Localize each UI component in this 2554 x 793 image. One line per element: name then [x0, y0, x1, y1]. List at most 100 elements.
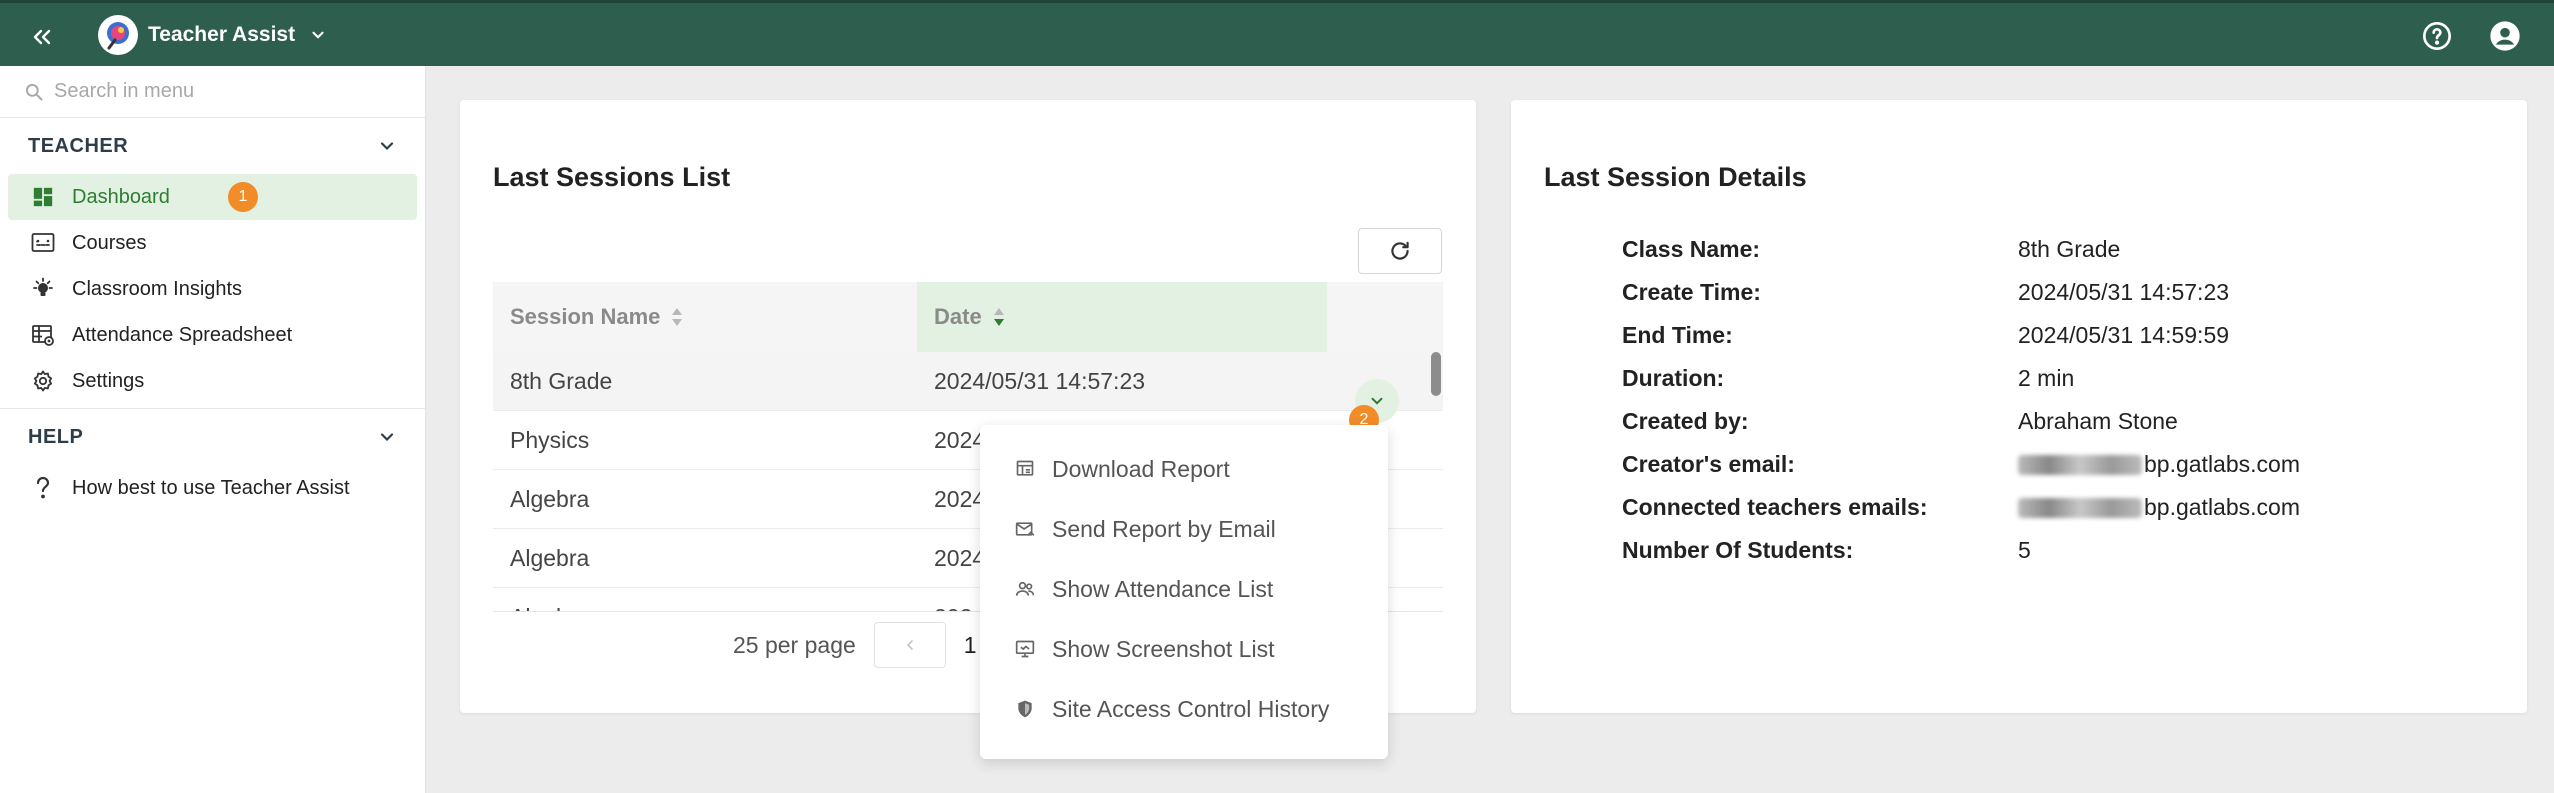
chevron-down-icon	[380, 142, 394, 151]
page-number[interactable]: 1	[964, 632, 977, 659]
detail-label: Duration:	[1622, 365, 1725, 391]
table-scrollbar[interactable]	[1431, 352, 1441, 396]
sidebar-item-classroom-insights[interactable]: Classroom Insights	[8, 266, 417, 312]
sort-icon	[672, 308, 683, 326]
menu-item-send-report-email[interactable]: Send Report by Email	[980, 499, 1388, 559]
sidebar-item-label: Courses	[72, 231, 147, 254]
top-bar: Teacher Assist	[0, 0, 2554, 66]
previous-page-button[interactable]	[873, 622, 946, 668]
people-icon	[1014, 578, 1036, 600]
menu-item-download-report[interactable]: Download Report	[980, 439, 1388, 499]
section-teacher[interactable]: TEACHER	[0, 118, 425, 174]
menu-item-label: Download Report	[1052, 455, 1230, 482]
session-name-cell: Algebra	[510, 485, 590, 512]
detail-value: 8th Grade	[2018, 236, 2121, 262]
double-chevron-left-icon	[33, 29, 51, 45]
detail-row: Number Of Students: 5	[1622, 529, 2300, 572]
sidebar-item-settings[interactable]: Settings	[8, 358, 417, 404]
details-list: Class Name: 8th Grade Create Time: 2024/…	[1622, 228, 2300, 572]
detail-row: Creator's email: bp.gatlabs.com	[1622, 443, 2300, 486]
question-icon	[30, 475, 56, 501]
detail-row: Class Name: 8th Grade	[1622, 228, 2300, 271]
per-page-select[interactable]: 25 per page	[733, 632, 856, 659]
column-session-name[interactable]: Session Name	[493, 282, 917, 352]
app-switcher[interactable]: Teacher Assist	[98, 15, 327, 55]
sidebar-item-label: Attendance Spreadsheet	[72, 323, 293, 346]
detail-row: Created by: Abraham Stone	[1622, 400, 2300, 443]
pagination: 25 per page 1	[733, 622, 977, 668]
column-date[interactable]: Date	[917, 282, 1327, 352]
collapse-sidebar-button[interactable]	[28, 23, 56, 51]
detail-label: End Time:	[1622, 322, 1733, 348]
menu-item-show-attendance[interactable]: Show Attendance List	[980, 559, 1388, 619]
sidebar-item-label: Classroom Insights	[72, 277, 243, 300]
sidebar-item-help-guide[interactable]: How best to use Teacher Assist	[8, 465, 417, 511]
sidebar-item-attendance-spreadsheet[interactable]: Attendance Spreadsheet	[8, 312, 417, 358]
session-date-cell: 2024/05/31 14:57:23	[934, 367, 1146, 394]
menu-item-show-screenshots[interactable]: Show Screenshot List	[980, 619, 1388, 679]
menu-item-label: Send Report by Email	[1052, 515, 1276, 542]
app-logo	[98, 15, 138, 55]
search-icon	[25, 83, 43, 100]
menu-search	[0, 66, 425, 118]
chevron-down-icon	[380, 433, 394, 442]
session-name-cell: Algebra	[510, 544, 590, 571]
last-session-details-title: Last Session Details	[1544, 162, 1807, 192]
detail-label: Created by:	[1622, 408, 1749, 434]
section-help[interactable]: HELP	[0, 409, 425, 465]
app-name: Teacher Assist	[148, 23, 296, 46]
help-icon	[2423, 22, 2451, 50]
refresh-button[interactable]	[1358, 228, 1442, 274]
menu-search-input[interactable]	[54, 80, 394, 103]
shield-icon	[1014, 698, 1036, 720]
detail-value: 2024/05/31 14:59:59	[2018, 322, 2230, 348]
menu-item-label: Show Attendance List	[1052, 575, 1274, 602]
email-domain: bp.gatlabs.com	[2144, 451, 2300, 477]
table-row[interactable]: 8th Grade 2024/05/31 14:57:23	[493, 352, 1443, 411]
sidebar-item-label: Dashboard	[72, 185, 170, 208]
column-actions	[1327, 282, 1443, 352]
detail-label: Create Time:	[1622, 279, 1761, 305]
sidebar: TEACHER Dashboard 1 Courses Classroom In…	[0, 66, 426, 793]
menu-item-label: Site Access Control History	[1052, 695, 1330, 722]
account-icon	[2490, 21, 2520, 51]
session-name-cell: Physics	[510, 426, 590, 453]
sidebar-item-label: How best to use Teacher Assist	[72, 476, 350, 499]
detail-value: 2024/05/31 14:57:23	[2018, 279, 2230, 305]
step-badge: 1	[228, 182, 258, 212]
detail-value: 5	[2018, 537, 2031, 563]
row-actions-menu: Download Report Send Report by Email Sho…	[980, 425, 1388, 759]
detail-label: Number Of Students:	[1622, 537, 1854, 563]
detail-value: Abraham Stone	[2018, 408, 2178, 434]
gear-icon	[30, 368, 56, 394]
chevron-left-icon	[906, 640, 913, 650]
detail-label: Class Name:	[1622, 236, 1761, 262]
email-icon	[1014, 518, 1036, 540]
sidebar-item-courses[interactable]: Courses	[8, 220, 417, 266]
session-name-cell: 8th Grade	[510, 367, 613, 394]
redacted-text	[2018, 454, 2142, 475]
session-name-cell: Algeb	[493, 604, 917, 612]
detail-row: End Time: 2024/05/31 14:59:59	[1622, 314, 2300, 357]
section-help-title: HELP	[28, 425, 84, 448]
spreadsheet-icon	[30, 322, 56, 348]
last-sessions-title: Last Sessions List	[493, 162, 731, 192]
help-button[interactable]	[2420, 19, 2454, 53]
detail-label: Creator's email:	[1622, 451, 1795, 477]
detail-label: Connected teachers emails:	[1622, 494, 1928, 520]
detail-value: bp.gatlabs.com	[2018, 451, 2300, 478]
menu-item-label: Show Screenshot List	[1052, 635, 1275, 662]
lightbulb-icon	[30, 276, 56, 302]
detail-row: Create Time: 2024/05/31 14:57:23	[1622, 271, 2300, 314]
sidebar-item-dashboard[interactable]: Dashboard 1	[8, 174, 417, 220]
sidebar-item-label: Settings	[72, 369, 145, 392]
section-teacher-title: TEACHER	[28, 134, 129, 157]
detail-row: Connected teachers emails: bp.gatlabs.co…	[1622, 486, 2300, 529]
redacted-text	[2018, 497, 2142, 518]
account-button[interactable]	[2488, 19, 2522, 53]
courses-icon	[30, 230, 56, 256]
refresh-icon	[1391, 241, 1409, 260]
chevron-down-icon	[312, 31, 324, 39]
menu-item-site-access-history[interactable]: Site Access Control History	[980, 679, 1388, 739]
table-header: Session Name Date	[493, 282, 1443, 352]
